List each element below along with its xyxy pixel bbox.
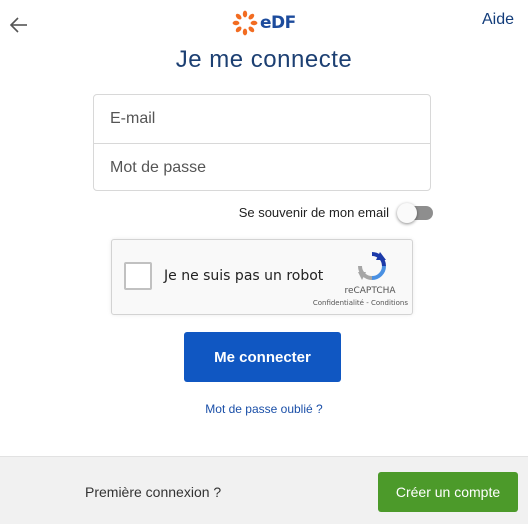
remember-email-label: Se souvenir de mon email (238, 205, 389, 220)
toggle-knob (397, 202, 417, 223)
remember-email-toggle[interactable] (397, 202, 433, 223)
edf-logo[interactable]: eDF (232, 8, 298, 38)
recaptcha-brand: reCAPTCHA (344, 286, 396, 296)
login-button[interactable]: Me connecter (184, 332, 341, 382)
help-link[interactable]: Aide (482, 11, 514, 29)
first-login-text: Première connexion ? (85, 484, 222, 500)
page-title: Je me connecte (175, 46, 353, 73)
footer-bar: Première connexion ? Créer un compte (0, 456, 528, 524)
recaptcha-logo-icon (358, 252, 386, 280)
login-form (93, 94, 431, 191)
arrow-left-icon[interactable] (8, 14, 30, 36)
recaptcha-checkbox[interactable] (124, 262, 152, 290)
remember-email-row: Se souvenir de mon email (238, 202, 433, 223)
create-account-button[interactable]: Créer un compte (378, 472, 518, 512)
password-field[interactable] (94, 143, 430, 191)
forgot-password-link[interactable]: Mot de passe oublié ? (0, 402, 528, 416)
edf-sun-logo-icon (232, 10, 258, 36)
recaptcha-label: Je ne suis pas un robot (164, 268, 324, 284)
recaptcha-links[interactable]: Confidentialité - Conditions (302, 299, 408, 307)
recaptcha-widget: Je ne suis pas un robot reCAPTCHA Confid… (111, 239, 413, 315)
edf-logo-text: eDF (260, 13, 296, 33)
email-field[interactable] (94, 95, 430, 143)
